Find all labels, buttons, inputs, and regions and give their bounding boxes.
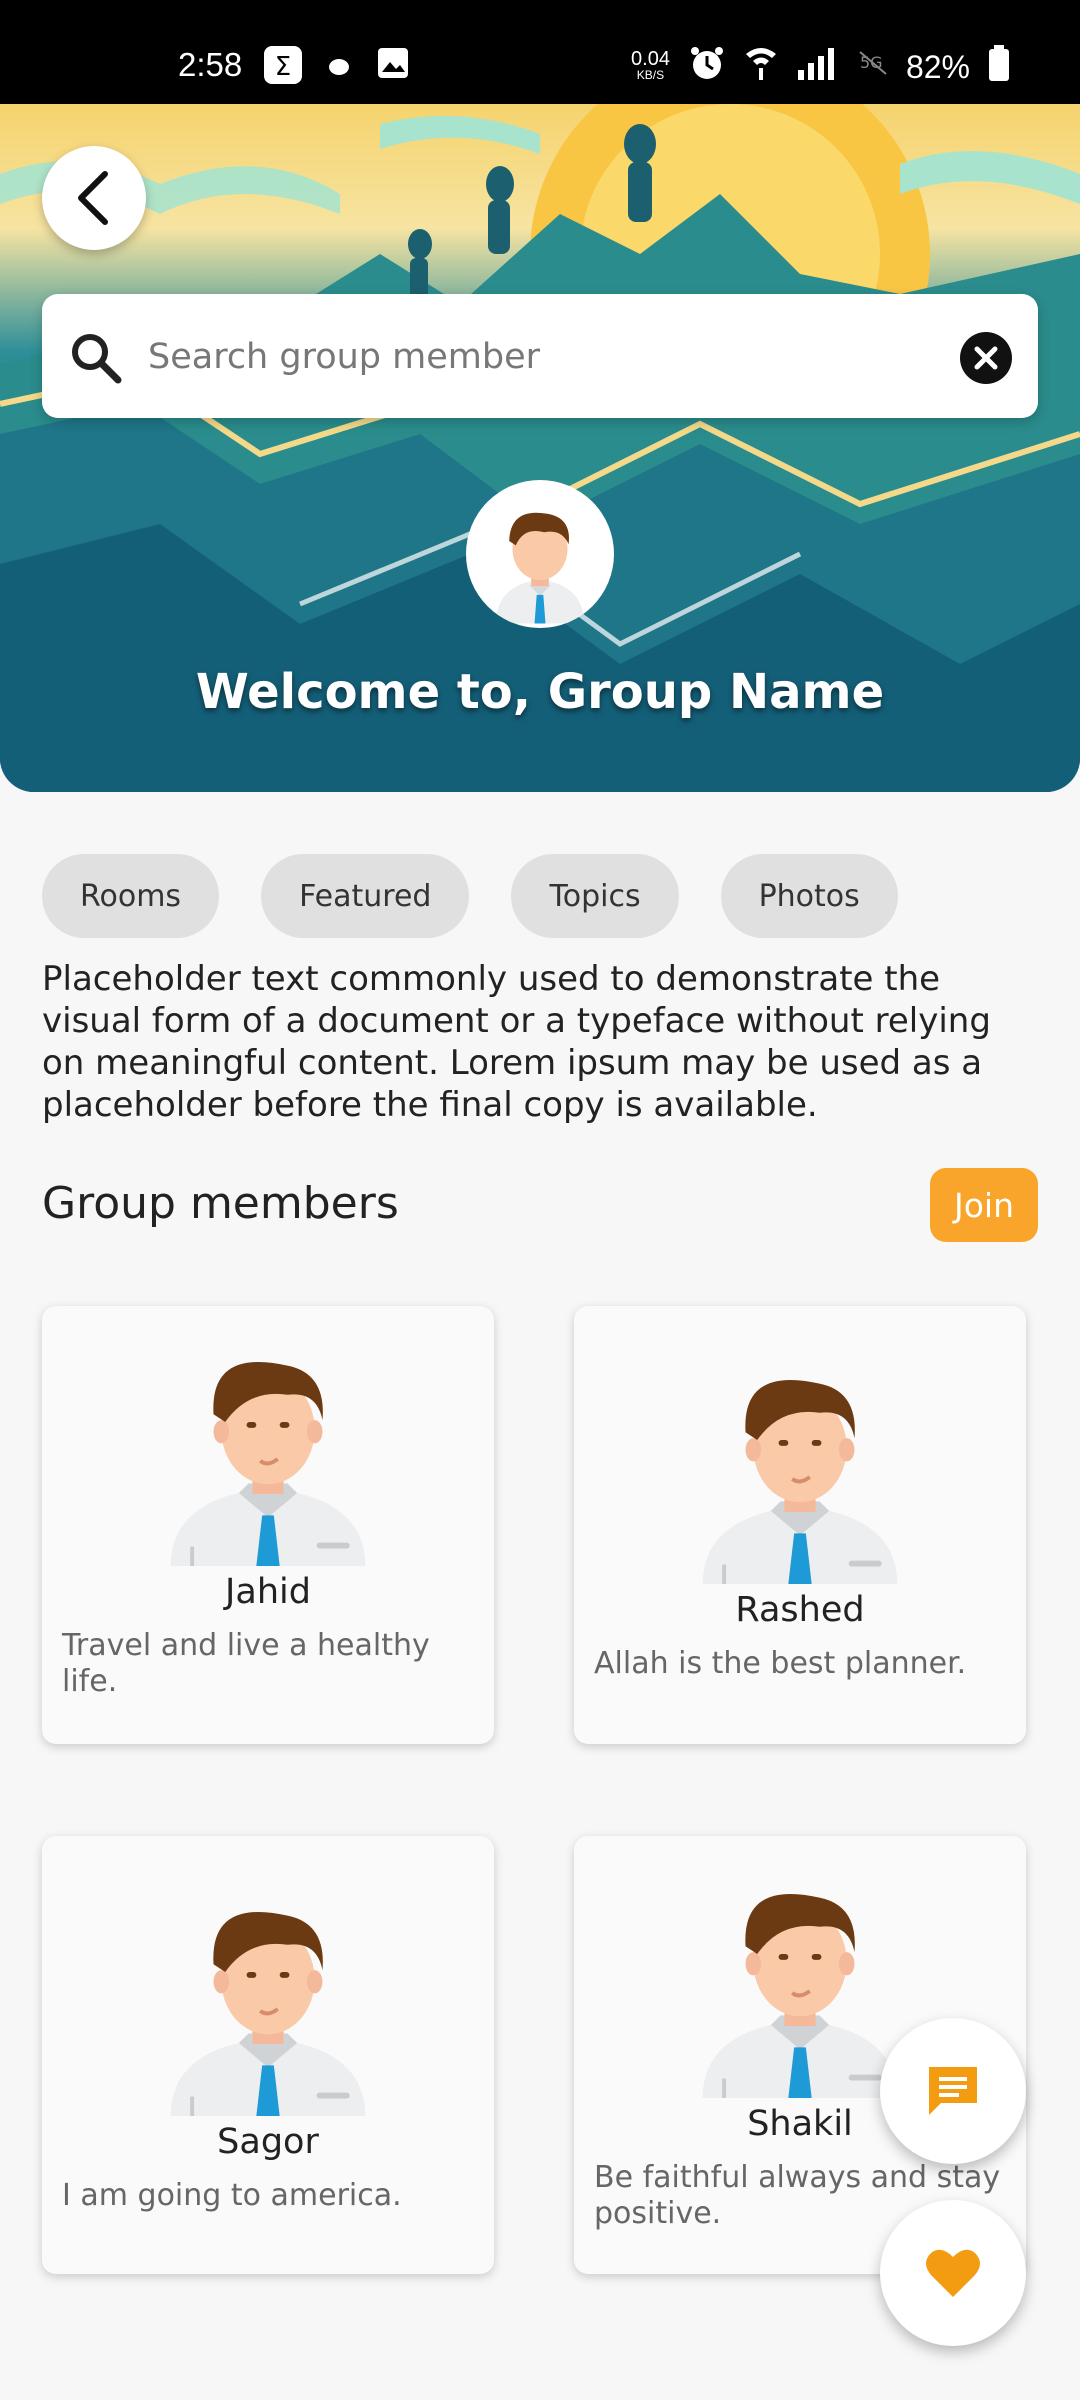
member-bio: Travel and live a healthy life.	[62, 1628, 430, 1699]
signal-icon	[796, 44, 840, 90]
member-avatar	[170, 1361, 366, 1566]
member-bio: I am going to america.	[62, 2178, 402, 2213]
chevron-left-icon	[78, 171, 108, 225]
group-avatar[interactable]	[466, 480, 614, 628]
svg-text:Σ: Σ	[275, 52, 291, 82]
member-card[interactable]: Rashed Allah is the best planner.	[574, 1306, 1026, 1744]
member-name: Rashed	[735, 1590, 865, 1630]
member-avatar	[170, 1911, 366, 2116]
battery-icon	[988, 45, 1010, 89]
person-avatar-icon	[496, 512, 584, 624]
join-button[interactable]: Join	[930, 1168, 1038, 1242]
filter-chips: Rooms Featured Topics Photos	[42, 854, 898, 938]
section-title: Group members	[42, 1178, 399, 1229]
wifi-icon	[744, 44, 778, 90]
battery-level: 82%	[905, 48, 970, 85]
search-input[interactable]	[146, 324, 970, 390]
member-card[interactable]: Jahid Travel and live a healthy life.	[42, 1306, 494, 1744]
close-icon	[974, 346, 998, 370]
member-bio: Allah is the best planner.	[594, 1646, 967, 1681]
chip-topics[interactable]: Topics	[511, 854, 679, 938]
chat-icon	[929, 2067, 977, 2115]
member-name: Jahid	[225, 1572, 311, 1612]
member-name: Sagor	[217, 2122, 319, 2162]
status-bar: 2:58 Σ 0.04 KB/S 5G 82%	[0, 0, 1080, 104]
back-button[interactable]	[42, 146, 146, 250]
network-speed: 0.04 KB/S	[631, 48, 670, 82]
chip-featured[interactable]: Featured	[261, 854, 470, 938]
search-icon	[68, 330, 124, 390]
search-bar	[42, 294, 1038, 418]
member-card[interactable]: Sagor I am going to america.	[42, 1836, 494, 2274]
member-avatar	[702, 1379, 898, 1584]
favorite-button[interactable]	[880, 2200, 1026, 2346]
app-notification-icon: Σ	[264, 46, 302, 88]
member-avatar	[702, 1893, 898, 2098]
clear-search-button[interactable]	[960, 332, 1012, 384]
image-notification-icon	[376, 46, 410, 84]
chat-button[interactable]	[880, 2018, 1026, 2164]
no-signal-icon: 5G	[858, 48, 888, 86]
chip-rooms[interactable]: Rooms	[42, 854, 220, 938]
chip-photos[interactable]: Photos	[720, 854, 898, 938]
alarm-icon	[688, 44, 726, 90]
group-cover: Welcome to, Group Name	[0, 104, 1080, 792]
group-description: Placeholder text commonly used to demons…	[42, 959, 991, 1125]
status-time: 2:58	[178, 46, 243, 83]
welcome-title: Welcome to, Group Name	[195, 664, 885, 720]
dot-notification-icon	[328, 56, 350, 82]
heart-icon	[926, 2249, 980, 2297]
